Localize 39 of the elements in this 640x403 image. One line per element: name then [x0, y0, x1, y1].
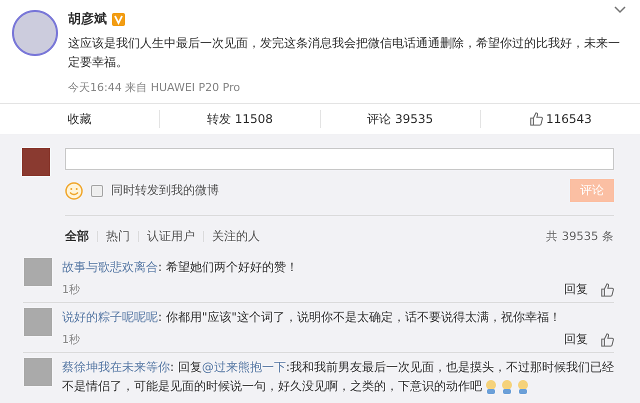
author-name[interactable]: 胡彦斌 — [68, 10, 107, 28]
comment-text: 故事与歌悲欢离合: 希望她们两个好好的赞！ — [62, 259, 299, 276]
emoji-icon — [516, 378, 530, 395]
comment-input[interactable] — [65, 148, 614, 170]
action-button[interactable]: 收藏 — [0, 110, 160, 128]
mention-link[interactable]: @过来熊抱一下 — [202, 360, 286, 374]
comment-time: 1秒 — [62, 282, 80, 297]
checkbox[interactable] — [91, 184, 103, 196]
thumbs-up-icon — [600, 282, 614, 296]
username-link[interactable]: 故事与歌悲欢离合 — [62, 260, 158, 274]
filter-tab[interactable]: 认证用户 — [147, 228, 195, 245]
username-link[interactable]: 蔡徐坤我在未来等你 — [62, 360, 170, 374]
avatar[interactable] — [12, 10, 58, 56]
commenter-avatar[interactable] — [24, 358, 52, 386]
like-button[interactable]: 116543 — [480, 110, 640, 128]
reply-link[interactable]: 回复 — [564, 331, 588, 348]
filter-tab[interactable]: 全部 — [65, 228, 89, 245]
comment-time: 1秒 — [62, 332, 80, 347]
emoji-icon — [500, 378, 514, 395]
chevron-down-icon[interactable] — [614, 6, 626, 14]
thumbs-up-icon — [528, 112, 543, 126]
reply-link[interactable]: 回复 — [564, 281, 588, 298]
comment-text: 说好的粽子呢呢呢: 你都用"应该"这个词了，说明你不是太确定，话不要说得太满，祝你幸福！ — [62, 309, 562, 326]
action-button[interactable]: 评论 39535 — [320, 110, 480, 128]
filter-tab[interactable]: 关注的人 — [212, 228, 260, 245]
comment-count: 共 39535 条 — [546, 229, 614, 244]
action-button[interactable]: 转发 11508 — [159, 110, 320, 128]
filter-tab[interactable]: 热门 — [106, 228, 130, 245]
user-avatar — [22, 148, 50, 176]
thumbs-up-icon — [600, 332, 614, 346]
post-meta: 今天16:44 来自 HUAWEI P20 Pro — [68, 80, 242, 95]
commenter-avatar[interactable] — [24, 258, 52, 286]
username-link[interactable]: 说好的粽子呢呢呢 — [62, 310, 158, 324]
post-text: 这应该是我们人生中最后一次见面，发完这条消息我会把微信电话通通删除，希望你过的比我好，未来一定要幸福。 — [68, 35, 621, 71]
commenter-avatar[interactable] — [24, 308, 52, 336]
emoji-icon — [484, 378, 498, 395]
smiley-icon[interactable] — [65, 182, 83, 200]
comment-text: 蔡徐坤我在未来等你: 回复@过来熊抱一下:我和我前男友最后一次见面，也是摸头，不过那时候我们已经不是情侣了，可能是见面的时候说一句，好久没见啊，之类的，下意识的动作吧 — [62, 359, 614, 396]
share-label: 同时转发到我的微博 — [111, 182, 219, 199]
